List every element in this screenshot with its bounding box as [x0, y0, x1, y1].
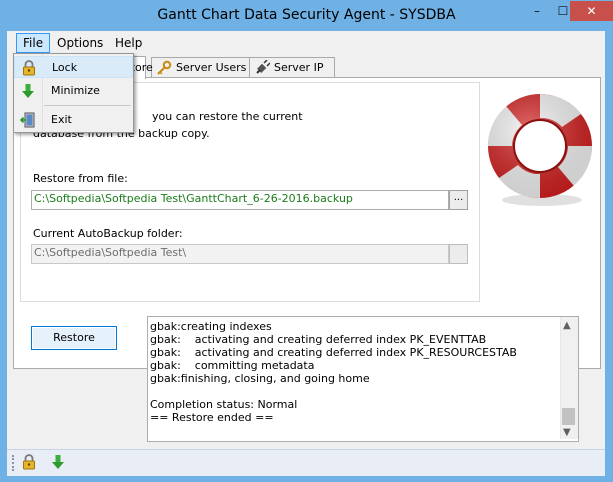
- log-line: Completion status: Normal: [150, 398, 298, 411]
- log-line: == Restore ended ==: [150, 411, 274, 424]
- log-line: gbak: activating and creating deferred i…: [150, 346, 517, 359]
- log-line: gbak: committing metadata: [150, 359, 315, 372]
- menu-item-exit[interactable]: Exit: [14, 109, 133, 131]
- minimize-window-button[interactable]: –: [524, 1, 550, 21]
- key-icon: [157, 60, 172, 75]
- tab-server-users[interactable]: Server Users: [151, 57, 263, 78]
- restore-from-file-value: C:\Softpedia\Softpedia Test\GanttChart_6…: [34, 192, 353, 205]
- menu-item-minimize[interactable]: Minimize: [14, 80, 133, 102]
- restore-button[interactable]: Restore: [31, 326, 117, 350]
- close-window-button[interactable]: ✕: [570, 1, 613, 21]
- menu-bar: File Options Help: [7, 33, 605, 53]
- menu-item-lock[interactable]: Lock: [14, 56, 133, 78]
- padlock-icon: [23, 60, 35, 76]
- log-line: gbak: activating and creating deferred i…: [150, 333, 487, 346]
- log-scrollbar-thumb[interactable]: [562, 408, 575, 425]
- toolbar-grip-handle[interactable]: [12, 455, 17, 471]
- tab-server-ip[interactable]: Server IP: [249, 57, 335, 78]
- autobackup-folder-value: C:\Softpedia\Softpedia Test\: [34, 246, 187, 259]
- menu-item-label: Minimize: [51, 84, 100, 97]
- restore-from-label: Restore from file:: [33, 172, 128, 185]
- lock-toolbar-icon[interactable]: [21, 454, 37, 470]
- title-bar[interactable]: Gantt Chart Data Security Agent - SYSDBA…: [0, 0, 613, 31]
- file-menu-dropdown: Lock Minimize Exit: [13, 53, 134, 133]
- plug-icon: [256, 60, 270, 74]
- scroll-up-icon[interactable]: ▲: [563, 320, 571, 331]
- tab-label: Server IP: [274, 61, 324, 74]
- minimize-toolbar-icon[interactable]: [50, 454, 66, 470]
- menu-help[interactable]: Help: [109, 33, 148, 53]
- menu-item-label: Lock: [52, 61, 78, 74]
- exit-door-icon: [20, 112, 35, 128]
- intro-text-line1: you can restore the current: [152, 110, 303, 123]
- status-toolbar: [7, 449, 605, 476]
- green-down-arrow-icon: [22, 84, 34, 98]
- menu-item-label: Exit: [51, 113, 72, 126]
- window-title: Gantt Chart Data Security Agent - SYSDBA: [157, 7, 456, 23]
- autobackup-browse-button: [449, 244, 468, 264]
- browse-backup-file-button[interactable]: ...: [449, 190, 468, 210]
- tab-label: Server Users: [176, 61, 247, 74]
- scroll-down-icon[interactable]: ▼: [563, 427, 571, 438]
- menu-separator: [44, 105, 131, 106]
- log-line: gbak:creating indexes: [150, 320, 272, 333]
- log-line: gbak:finishing, closing, and going home: [150, 372, 370, 385]
- restore-log-lines: gbak:creating indexes gbak: activating an…: [150, 320, 560, 424]
- menu-options[interactable]: Options: [51, 33, 109, 53]
- autobackup-folder-label: Current AutoBackup folder:: [33, 227, 183, 240]
- lifebuoy-icon: [487, 94, 593, 206]
- menu-file[interactable]: File: [16, 33, 51, 53]
